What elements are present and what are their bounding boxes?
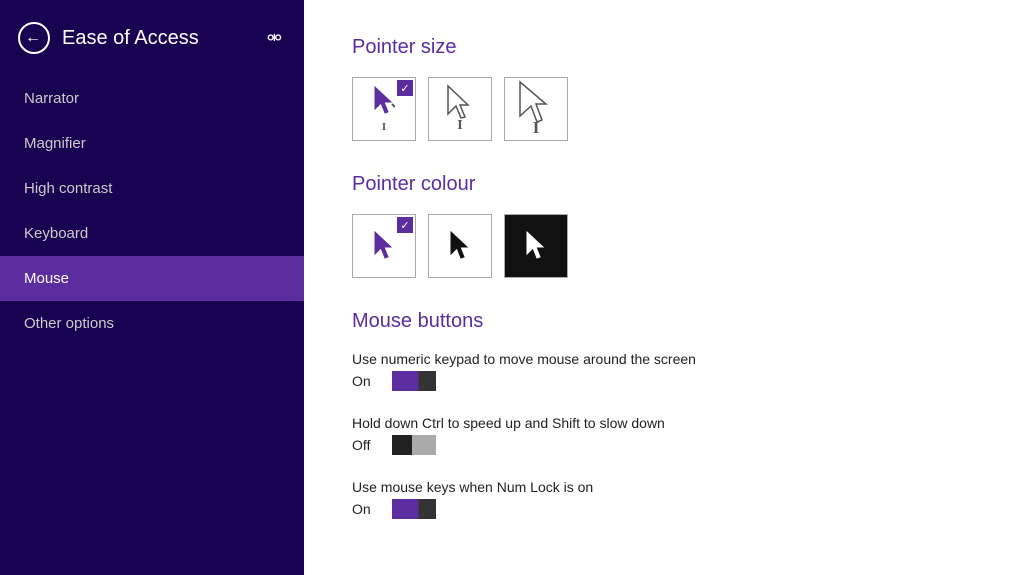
pointer-size-title: Pointer size xyxy=(352,36,976,59)
pointer-colour-black[interactable] xyxy=(428,214,492,278)
toggle-switch-on-visual-2 xyxy=(392,499,436,519)
toggle-num-lock-state: On xyxy=(352,501,382,517)
cursor-medium-icon xyxy=(446,84,474,122)
cursor-white-colour-icon xyxy=(373,230,395,262)
toggle-num-lock-switch[interactable] xyxy=(392,499,436,519)
search-icon[interactable]: ⚮ xyxy=(263,24,286,53)
pointer-colour-section: Pointer colour xyxy=(352,173,976,278)
sidebar: ← Ease of Access ⚮ NarratorMagnifierHigh… xyxy=(0,0,304,575)
pointer-size-medium[interactable]: I xyxy=(428,77,492,141)
toggle-ctrl-speed-state: Off xyxy=(352,437,382,453)
toggle-numeric-keypad-label: Use numeric keypad to move mouse around … xyxy=(352,351,976,367)
sidebar-item-magnifier[interactable]: Magnifier xyxy=(0,121,304,166)
mouse-buttons-section: Mouse buttons Use numeric keypad to move… xyxy=(352,310,976,519)
toggle-ctrl-speed-label: Hold down Ctrl to speed up and Shift to … xyxy=(352,415,976,431)
sidebar-item-high-contrast[interactable]: High contrast xyxy=(0,166,304,211)
mouse-buttons-title: Mouse buttons xyxy=(352,310,976,333)
toggle-ctrl-speed: Hold down Ctrl to speed up and Shift to … xyxy=(352,415,976,455)
selected-checkmark-colour xyxy=(397,217,413,233)
back-arrow-icon: ← xyxy=(25,30,41,46)
toggle-num-lock: Use mouse keys when Num Lock is on On xyxy=(352,479,976,519)
text-cursor-large: I xyxy=(533,118,540,138)
cursor-invert-colour-icon xyxy=(525,230,547,262)
pointer-colour-white[interactable] xyxy=(352,214,416,278)
toggle-switch-on-visual xyxy=(392,371,436,391)
toggle-numeric-keypad-switch[interactable] xyxy=(392,371,436,391)
toggle-switch-off-visual xyxy=(392,435,436,455)
text-cursor-small: I xyxy=(382,121,386,133)
pointer-size-section: Pointer size I I xyxy=(352,36,976,141)
pointer-size-options: I I I xyxy=(352,77,976,141)
pointer-size-small[interactable]: I xyxy=(352,77,416,141)
text-cursor-medium: I xyxy=(457,118,462,134)
selected-checkmark xyxy=(397,80,413,96)
toggle-numeric-keypad: Use numeric keypad to move mouse around … xyxy=(352,351,976,391)
cursor-black-colour-icon xyxy=(449,230,471,262)
pointer-colour-title: Pointer colour xyxy=(352,173,976,196)
sidebar-item-narrator[interactable]: Narrator xyxy=(0,76,304,121)
nav-list: NarratorMagnifierHigh contrastKeyboardMo… xyxy=(0,76,304,346)
sidebar-item-mouse[interactable]: Mouse xyxy=(0,256,304,301)
main-content: Pointer size I I xyxy=(304,0,1024,575)
toggle-ctrl-speed-control: Off xyxy=(352,435,976,455)
pointer-colour-options xyxy=(352,214,976,278)
toggle-numeric-keypad-state: On xyxy=(352,373,382,389)
sidebar-header: ← Ease of Access ⚮ xyxy=(0,0,304,76)
app-title: Ease of Access xyxy=(62,27,251,50)
toggle-ctrl-speed-switch[interactable] xyxy=(392,435,436,455)
pointer-colour-invert[interactable] xyxy=(504,214,568,278)
cursor-small-icon xyxy=(373,85,395,117)
toggle-numeric-keypad-control: On xyxy=(352,371,976,391)
toggle-num-lock-control: On xyxy=(352,499,976,519)
pointer-size-large[interactable]: I xyxy=(504,77,568,141)
sidebar-item-other-options[interactable]: Other options xyxy=(0,301,304,346)
sidebar-item-keyboard[interactable]: Keyboard xyxy=(0,211,304,256)
back-button[interactable]: ← xyxy=(18,22,50,54)
toggle-num-lock-label: Use mouse keys when Num Lock is on xyxy=(352,479,976,495)
